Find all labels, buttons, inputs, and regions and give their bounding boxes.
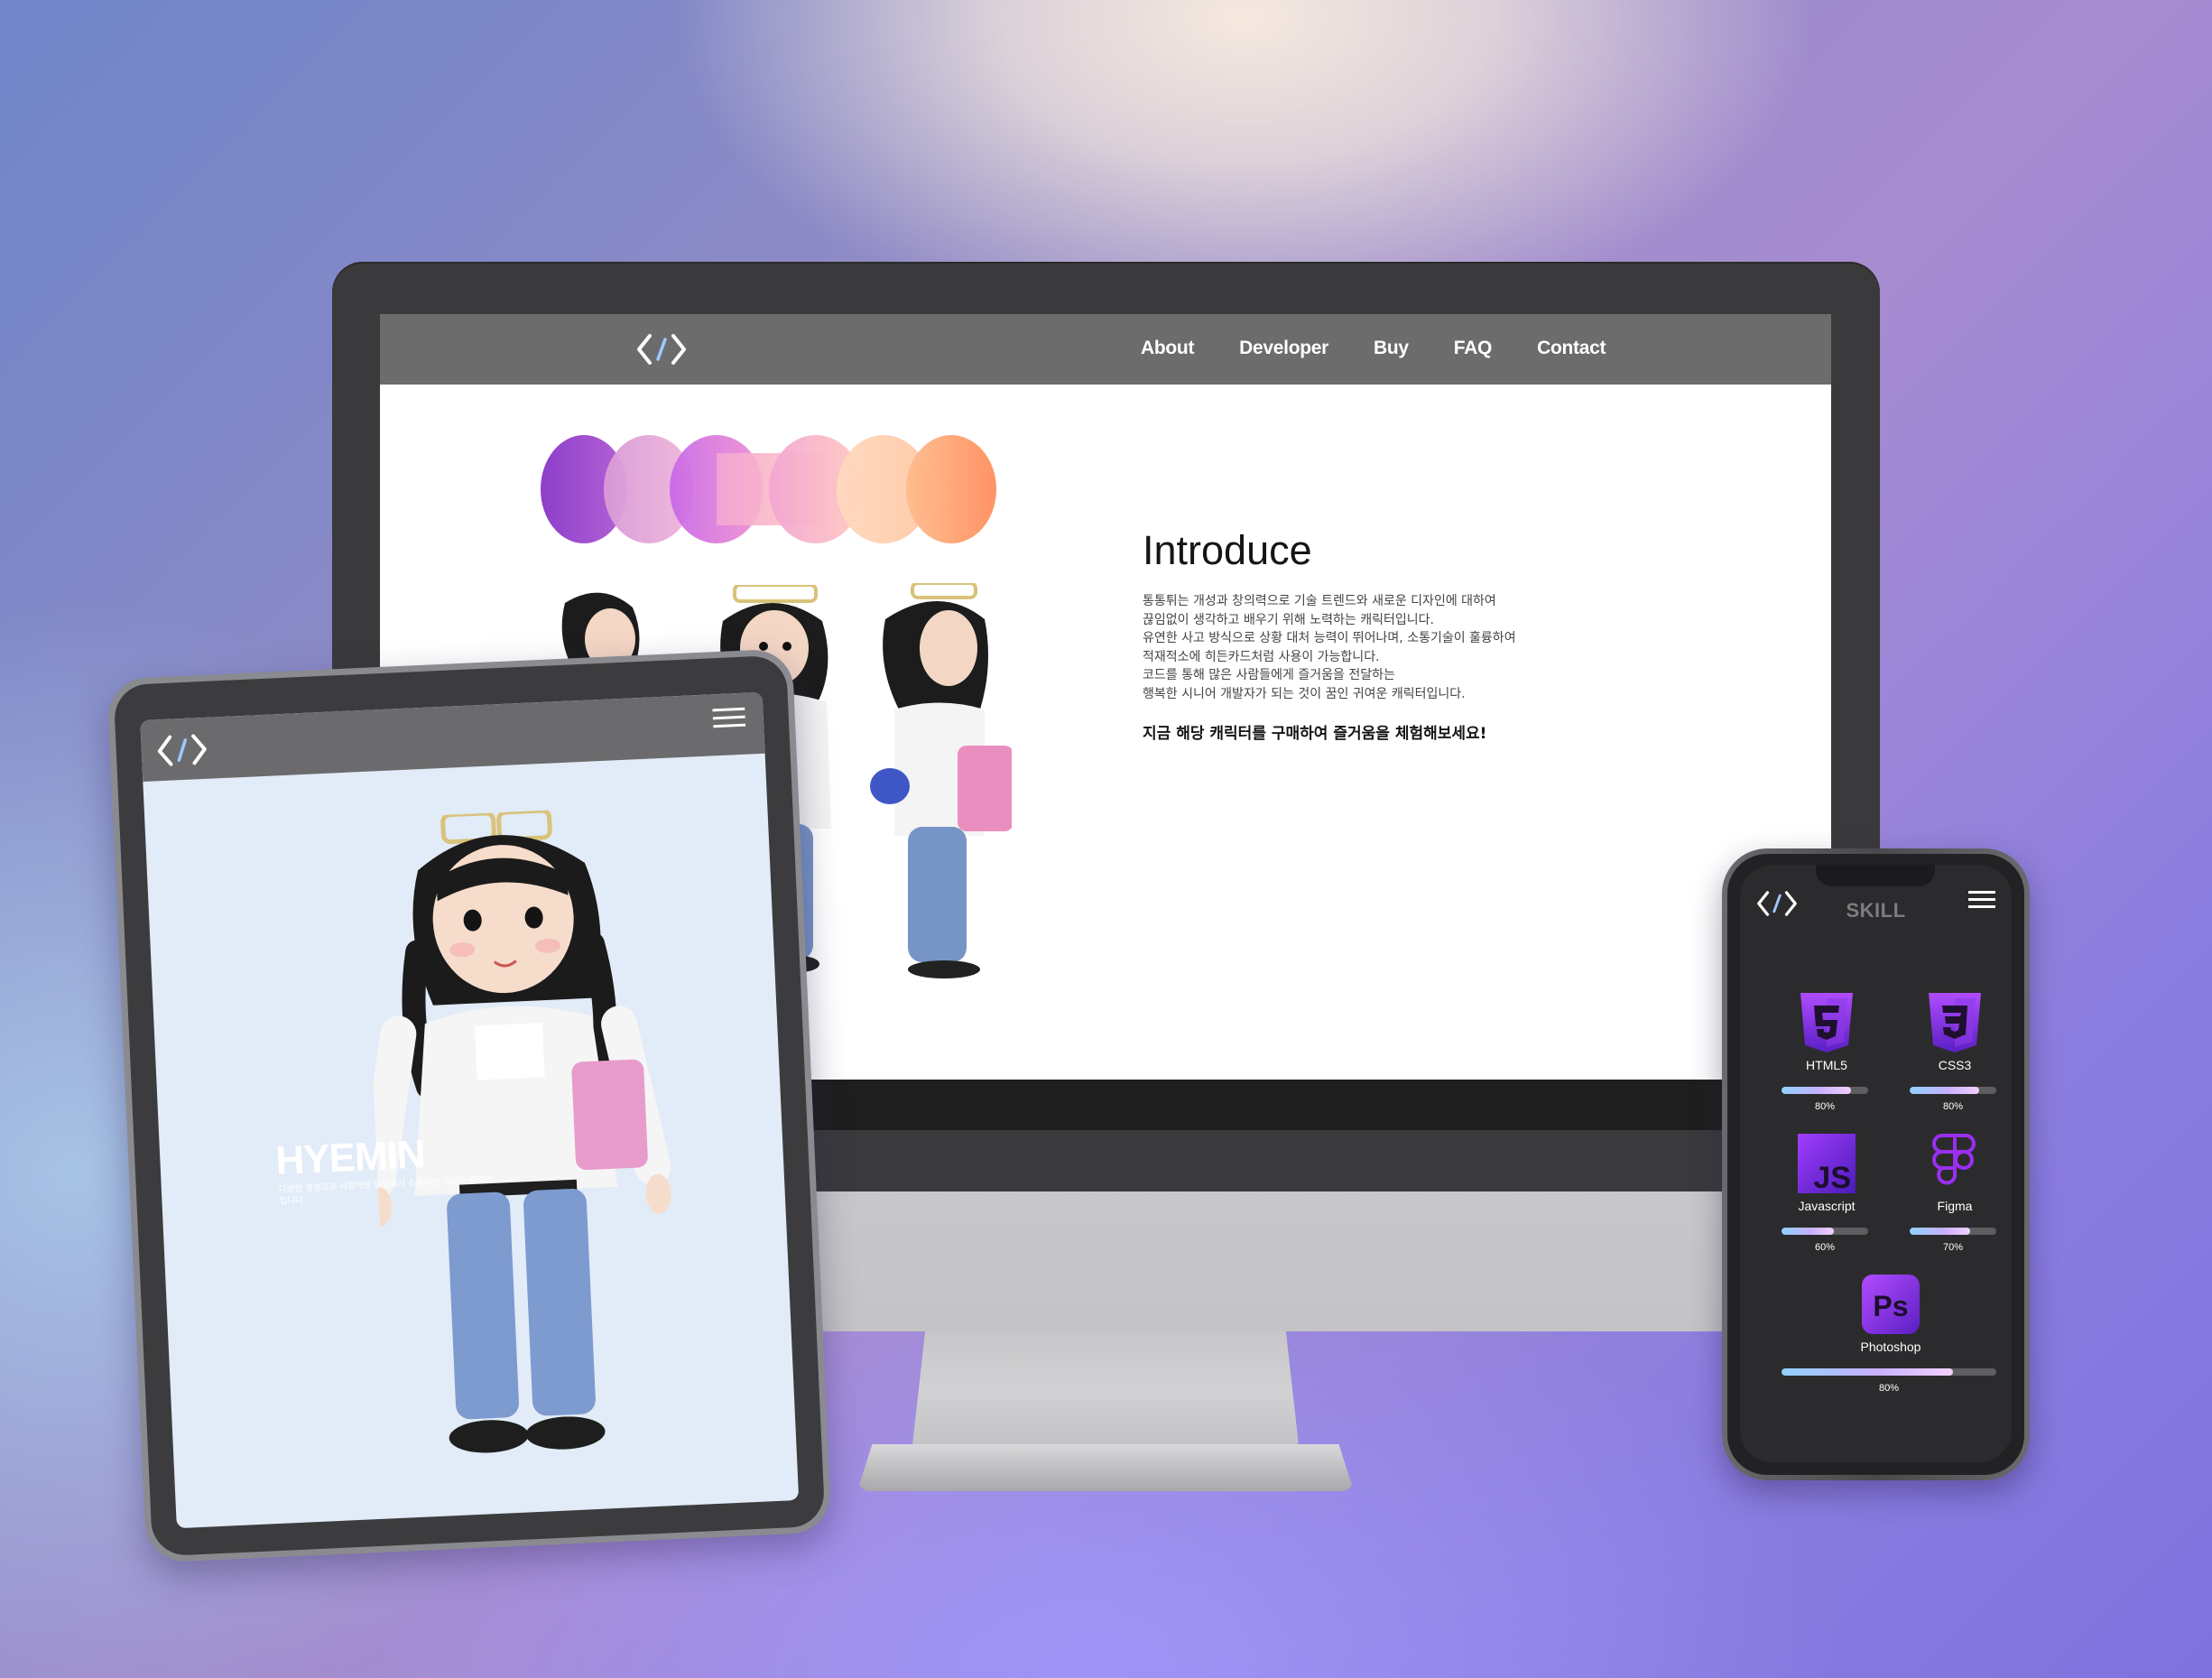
intro-line: 적재적소에 히든카드처럼 사용이 가능합니다.: [1143, 649, 1380, 664]
tablet-navbar: [140, 691, 765, 783]
skill-progress-bar: [1910, 1087, 1996, 1094]
skill-item-figma: Figma: [1901, 1132, 2009, 1213]
svg-text:Ps: Ps: [1873, 1290, 1908, 1322]
tablet-website-screen: HYEMIN 다양한 경험으로 사람처럼 일잘해서 소통하는 개발자 캐릭터입니…: [140, 691, 800, 1529]
skill-percent-label: 70%: [1942, 1242, 1964, 1253]
intro-line: 통통튀는 개성과 창의력으로 기술 트렌드와 새로운 디자인에 대하여: [1143, 594, 1496, 608]
nav-item-developer[interactable]: Developer: [1239, 338, 1328, 359]
skill-progress-fill: [1782, 1228, 1834, 1235]
svg-text:JS: JS: [1813, 1161, 1851, 1195]
html5-icon: [1800, 993, 1853, 1052]
skill-progress-fill: [1782, 1368, 1954, 1376]
tablet-frame: HYEMIN 다양한 경험으로 사람처럼 일잘해서 소통하는 개발자 캐릭터입니…: [106, 648, 832, 1563]
tablet-bezel: HYEMIN 다양한 경험으로 사람처럼 일잘해서 소통하는 개발자 캐릭터입니…: [113, 654, 826, 1557]
figma-icon: [1932, 1134, 1976, 1185]
skill-progress-fill: [1910, 1228, 1971, 1235]
skill-progress-fill: [1910, 1087, 1979, 1094]
nav-item-contact[interactable]: Contact: [1537, 338, 1606, 359]
intro-line: 행복한 시니어 개발자가 되는 것이 꿈인 귀여운 캐릭터입니다.: [1143, 686, 1466, 701]
intro-body: 통통튀는 개성과 창의력으로 기술 트렌드와 새로운 디자인에 대하여 끊임없이…: [1143, 592, 1702, 703]
skill-percent-label: 80%: [1814, 1101, 1836, 1112]
gradient-circles-decoration: [541, 435, 996, 543]
tablet-device: HYEMIN 다양한 경험으로 사람처럼 일잘해서 소통하는 개발자 캐릭터입니…: [106, 648, 832, 1563]
desktop-nav-menu: About Developer Buy FAQ Contact: [1141, 338, 1606, 359]
skill-progress-fill: [1782, 1087, 1851, 1094]
code-brackets-icon[interactable]: [635, 330, 688, 368]
nav-item-about[interactable]: About: [1141, 338, 1194, 359]
skill-percent-label: 80%: [1942, 1101, 1964, 1112]
monitor-stand-base: [857, 1444, 1354, 1491]
skill-progress-bar: [1782, 1228, 1868, 1235]
intro-line: 끊임없이 생각하고 배우기 위해 노력하는 캐릭터입니다.: [1143, 612, 1434, 627]
skill-item-photoshop: Ps Photoshop: [1837, 1273, 1945, 1354]
skill-progress-bar: [1910, 1228, 1996, 1235]
phone-notch: [1816, 865, 1935, 886]
skill-progress-bar: [1782, 1368, 1996, 1376]
phone-device: SKILL HTML5 80% CSS3 80% JS Javascript 6…: [1722, 848, 2030, 1480]
skill-name: CSS3: [1938, 1058, 1972, 1072]
javascript-icon: JS: [1798, 1134, 1856, 1195]
skill-item-html5: HTML5: [1772, 991, 1881, 1072]
skill-name: HTML5: [1806, 1058, 1847, 1072]
intro-cta: 지금 해당 캐릭터를 구매하여 즐거움을 체험해보세요!: [1143, 725, 1487, 743]
skill-percent-label: 60%: [1814, 1242, 1836, 1253]
skill-name: Javascript: [1798, 1199, 1856, 1213]
skill-name: Figma: [1937, 1199, 1973, 1213]
intro-line: 유연한 사고 방식으로 상황 대처 능력이 뛰어나며, 소통기술이 훌륭하여: [1143, 631, 1516, 645]
css3-icon: [1929, 993, 1981, 1052]
intro-title: Introduce: [1143, 527, 1312, 573]
hamburger-menu-icon[interactable]: [712, 706, 746, 731]
hero-title: HYEMIN: [274, 1132, 426, 1183]
skill-name: Photoshop: [1860, 1340, 1921, 1354]
intro-line: 코드를 통해 많은 사람들에게 즐거움을 전달하는: [1143, 668, 1395, 682]
skill-progress-bar: [1782, 1087, 1868, 1094]
photoshop-icon: Ps: [1862, 1275, 1920, 1334]
skill-item-javascript: JS Javascript: [1772, 1132, 1881, 1213]
phone-skill-screen: SKILL HTML5 80% CSS3 80% JS Javascript 6…: [1740, 865, 2012, 1462]
code-brackets-icon[interactable]: [155, 730, 209, 771]
hamburger-menu-icon[interactable]: [1968, 890, 1995, 910]
desktop-navbar: About Developer Buy FAQ Contact: [380, 314, 1831, 385]
skill-item-css3: CSS3: [1901, 991, 2009, 1072]
nav-item-faq[interactable]: FAQ: [1454, 338, 1493, 359]
character-profile-view: [870, 583, 1012, 978]
skill-percent-label: 80%: [1878, 1383, 1900, 1394]
phone-bezel: SKILL HTML5 80% CSS3 80% JS Javascript 6…: [1727, 854, 2024, 1475]
nav-item-buy[interactable]: Buy: [1374, 338, 1409, 359]
